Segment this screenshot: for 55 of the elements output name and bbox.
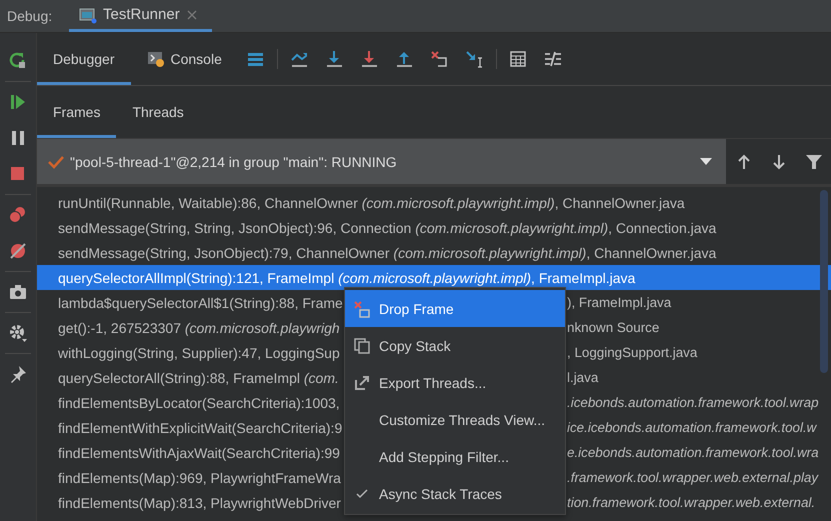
camera-icon <box>8 282 28 302</box>
menu-item[interactable]: Drop Frame <box>345 290 565 327</box>
drop-frame-icon <box>353 300 371 318</box>
drop-frame-icon <box>429 49 450 69</box>
copy-icon <box>354 338 370 354</box>
menu-item[interactable]: Customize Threads View... <box>345 401 565 438</box>
frame-text[interactable]: findElementsWithAjaxWait(SearchCriteria):99 <box>58 444 340 460</box>
step-into-icon <box>324 49 344 69</box>
frame-text: l.java <box>567 370 600 385</box>
menu-item[interactable]: Async Stack Traces <box>345 475 565 512</box>
frame-text: e.icebonds.automation.framework.tool.wra <box>567 445 820 460</box>
console-icon <box>146 50 164 68</box>
frame-text: .framework.tool.wrapper.web.external.play <box>567 470 820 485</box>
frame-text[interactable]: lambda$querySelectorAll$1(String):88, Frame <box>58 294 343 310</box>
toolbar-tab[interactable]: Console <box>130 33 238 85</box>
frame-text: tion.framework.tool.wrapper.web.external. <box>567 495 816 510</box>
frame-text: .icebonds.automation.framework.tool.wrap <box>567 395 820 410</box>
frame-text[interactable]: findElements(Map):969, PlaywrightFrameWra <box>58 470 341 486</box>
run-to-cursor-icon <box>464 49 484 69</box>
scrollbar[interactable] <box>820 190 828 373</box>
menu-item[interactable]: Copy Stack <box>345 327 565 364</box>
frame-text[interactable]: querySelectorAll(String):88, FrameImpl (com. <box>58 370 339 386</box>
frame-text: nknown Source <box>567 320 660 335</box>
window-icon <box>79 6 97 24</box>
frame-text[interactable]: sendMessage(String, String, JsonObject):96, Connection (com.microsoft.playwright.impl), Connection.java <box>58 220 716 236</box>
menu-item[interactable]: Add Stepping Filter... <box>345 438 565 475</box>
settings-icon <box>8 323 28 343</box>
settings-list-icon <box>543 49 564 69</box>
frame-text[interactable]: withLogging(String, Supplier):47, LoggingSup <box>58 344 340 360</box>
frame-text[interactable]: sendMessage(String, JsonObject):79, ChannelOwner (com.microsoft.playwright.impl), ChannelOwner.java <box>58 244 716 260</box>
mute-breakpoints-icon <box>8 241 28 261</box>
tool-window-label: Debug: <box>6 8 54 24</box>
frame-text[interactable]: findElementsByLocator(SearchCriteria):1003, <box>58 394 340 410</box>
rerun-icon <box>8 51 28 71</box>
selected-frame-row[interactable]: querySelectorAllImpl(String):121, FrameImpl (com.microsoft.playwright.impl), FrameImpl.java <box>37 265 831 290</box>
thread-dropdown[interactable]: "pool-5-thread-1"@2,214 in group "main": RUNNING <box>37 139 726 184</box>
panel-tab[interactable]: Threads <box>116 86 200 138</box>
force-step-into-icon <box>359 49 380 69</box>
menu-item[interactable]: Export Threads... <box>345 364 565 401</box>
frame-text: ice.icebonds.automation.framework.tool.w <box>567 420 818 435</box>
frame-text[interactable]: findElementWithExplicitWait(SearchCriteria):9 <box>58 420 342 436</box>
frame-text[interactable]: findElements(Map):813, PlaywrightWebDriver <box>58 494 341 510</box>
frame-text: , LoggingSupport.java <box>567 345 698 360</box>
frame-text[interactable]: querySelectorAllImpl(String):121, FrameImpl (com.microsoft.playwright.impl), FrameImpl.java <box>58 270 636 286</box>
frame-text[interactable]: get():-1, 267523307 (com.microsoft.playwrigh <box>58 320 340 336</box>
close-icon[interactable] <box>186 8 198 20</box>
step-out-icon <box>394 49 414 69</box>
frame-text: ), FrameImpl.java <box>567 295 672 310</box>
breakpoints-icon <box>8 205 28 225</box>
toolbar-tab[interactable]: Debugger <box>37 33 130 85</box>
calculator-icon <box>508 49 528 69</box>
export-icon <box>354 374 370 390</box>
frame-text[interactable]: runUntil(Runnable, Waitable):86, ChannelOwner (com.microsoft.playwright.impl), ChannelOwner.java <box>58 194 685 210</box>
checkmark-icon <box>47 154 65 170</box>
caret-icon <box>700 158 712 166</box>
